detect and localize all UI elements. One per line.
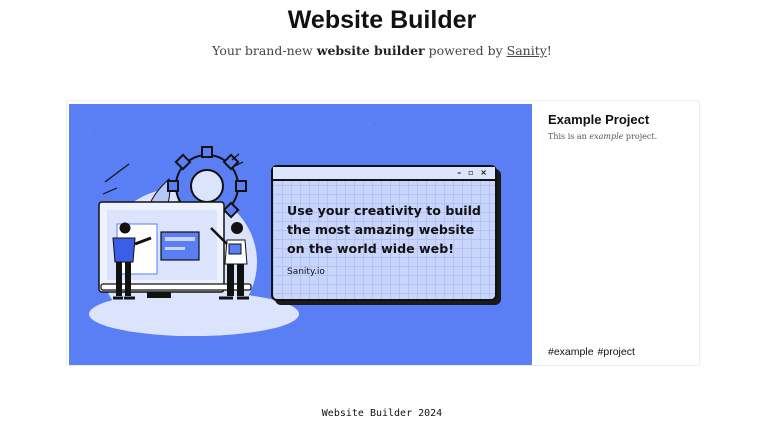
image-headline: Use your creativity to build the most am… [287,203,481,256]
tag-example[interactable]: #example [548,346,594,358]
site-title: Website Builder [287,6,477,34]
window-titlebar: – ▫ × [273,167,495,181]
tagline-middle: powered by [424,43,507,58]
project-tags: #example #project [548,346,635,358]
desc-prefix: This is an [548,132,590,141]
desc-emphasis: example [589,132,624,141]
window-controls-icon: – ▫ × [457,168,489,177]
sanity-link[interactable]: Sanity [507,43,547,58]
desc-suffix: project. [623,132,658,141]
tagline-bold: website builder [316,43,425,58]
project-title[interactable]: Example Project [548,112,649,127]
tag-project[interactable]: #project [598,346,635,358]
tagline-suffix: ! [546,43,552,58]
image-brand: Sanity.io [287,267,325,277]
footer-text: Website Builder 2024 [321,408,443,419]
project-image: – ▫ × Use your creativity to build the m… [69,104,532,365]
project-card[interactable]: – ▫ × Use your creativity to build the m… [66,100,700,366]
project-description: This is an example project. [548,132,657,141]
browser-window-graphic: – ▫ × Use your creativity to build the m… [271,165,497,301]
tagline-prefix: Your brand-new [212,43,317,58]
tagline: Your brand-new website builder powered b… [0,43,764,58]
